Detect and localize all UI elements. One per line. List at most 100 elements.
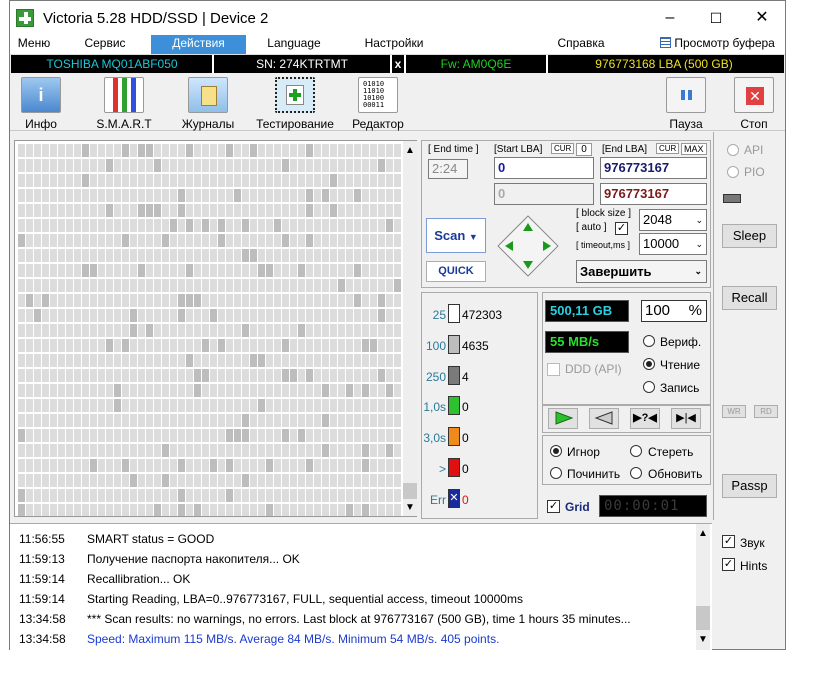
api-radio[interactable]	[727, 144, 739, 156]
refresh-radio[interactable]	[630, 467, 642, 479]
scan-button[interactable]: Scan ▼	[426, 218, 486, 253]
block-cell	[34, 369, 41, 382]
scroll-thumb[interactable]	[403, 483, 417, 499]
direction-pad[interactable]	[495, 213, 561, 279]
repair-radio[interactable]	[550, 467, 562, 479]
block-cell	[138, 264, 145, 277]
grid-checkbox[interactable]: ✓	[547, 500, 560, 513]
write-radio[interactable]	[643, 381, 655, 393]
auto-checkbox[interactable]: ✓	[615, 222, 628, 235]
editor-button[interactable]: 01010 11010 10100 00011 Редактор	[346, 77, 410, 131]
block-cell	[346, 369, 353, 382]
menu-help[interactable]: Справка	[554, 35, 608, 54]
block-cell	[282, 204, 289, 217]
block-size-value: 2048	[643, 212, 672, 227]
ignore-radio[interactable]	[550, 445, 562, 457]
stop-button[interactable]: ✕ Стоп	[732, 77, 776, 131]
scroll-down-icon[interactable]: ▼	[405, 502, 415, 513]
block-cell	[314, 459, 321, 472]
scroll-down-icon[interactable]: ▼	[698, 634, 708, 645]
minimize-button[interactable]: –	[647, 1, 693, 35]
block-cell	[314, 189, 321, 202]
log-scroll-thumb[interactable]	[696, 606, 710, 630]
sleep-button[interactable]: Sleep	[722, 224, 777, 248]
block-cell	[330, 369, 337, 382]
end-cur-button[interactable]: CUR	[656, 143, 680, 154]
end-lba-input[interactable]: 976773167	[600, 157, 707, 179]
passp-button[interactable]: Passp	[722, 474, 777, 498]
block-cell	[106, 174, 113, 187]
finish-action-select[interactable]: Завершить ⌄	[576, 260, 707, 283]
close-button[interactable]: ✕	[739, 1, 785, 35]
verify-radio[interactable]	[643, 335, 655, 347]
block-cell	[146, 189, 153, 202]
play-button[interactable]	[548, 408, 578, 429]
grid-scrollbar[interactable]: ▲ ▼	[403, 141, 417, 516]
legend-label: 1,0s	[423, 400, 446, 415]
block-cell	[306, 354, 313, 367]
smart-button[interactable]: S.M.A.R.T	[90, 77, 158, 131]
menu-buffer-view[interactable]: Просмотр буфера	[660, 35, 784, 54]
menu-settings[interactable]: Настройки	[360, 35, 428, 54]
end-max-button[interactable]: MAX	[681, 143, 707, 155]
block-cell	[298, 354, 305, 367]
block-cell	[178, 189, 185, 202]
block-cell	[58, 279, 65, 292]
end-button[interactable]: ▶|◀	[671, 408, 701, 429]
maximize-button[interactable]: ☐	[693, 1, 739, 35]
erase-radio[interactable]	[630, 445, 642, 457]
block-cell	[154, 279, 161, 292]
wr-button[interactable]: WR	[722, 405, 746, 418]
block-cell	[362, 339, 369, 352]
block-cell	[162, 204, 169, 217]
logs-button[interactable]: Журналы	[175, 77, 241, 131]
read-radio[interactable]	[643, 358, 655, 370]
menu-actions[interactable]: Действия	[151, 35, 246, 54]
scroll-up-icon[interactable]: ▲	[698, 528, 708, 539]
skip-unknown-button[interactable]: ▶?◀	[630, 408, 660, 429]
block-cell	[122, 174, 129, 187]
info-button[interactable]: i Инфо	[13, 77, 69, 131]
block-cell	[42, 399, 49, 412]
block-cell	[362, 159, 369, 172]
block-cell	[258, 204, 265, 217]
rd-button[interactable]: RD	[754, 405, 778, 418]
log-scrollbar[interactable]: ▲ ▼	[696, 524, 710, 650]
scroll-up-icon[interactable]: ▲	[405, 145, 415, 156]
block-cell	[82, 354, 89, 367]
pio-radio[interactable]	[727, 166, 739, 178]
back-button[interactable]	[589, 408, 619, 429]
block-cell	[98, 444, 105, 457]
ddd-checkbox[interactable]	[547, 363, 560, 376]
block-cell	[258, 144, 265, 157]
sound-checkbox[interactable]: ✓	[722, 535, 735, 548]
block-cell	[58, 384, 65, 397]
start-zero-button[interactable]: 0	[576, 143, 592, 156]
hints-checkbox[interactable]: ✓	[722, 558, 735, 571]
block-cell	[178, 174, 185, 187]
testing-button[interactable]: Тестирование	[251, 77, 339, 131]
block-cell	[314, 399, 321, 412]
block-cell	[386, 264, 393, 277]
end-time-field[interactable]: 2:24	[428, 159, 468, 179]
pause-button[interactable]: Пауза	[664, 77, 708, 131]
block-cell	[338, 459, 345, 472]
block-size-select[interactable]: 2048 ⌄	[639, 209, 707, 231]
block-cell	[146, 489, 153, 502]
block-cell	[194, 234, 201, 247]
block-cell	[130, 384, 137, 397]
start-lba-input[interactable]: 0	[494, 157, 594, 179]
serial-clear-button[interactable]: x	[392, 55, 404, 73]
recall-button[interactable]: Recall	[722, 286, 777, 310]
block-cell	[74, 249, 81, 262]
block-cell	[386, 219, 393, 232]
erase-label: Стереть	[648, 445, 694, 459]
legend-count: 4635	[462, 338, 489, 353]
start-cur-button[interactable]: CUR	[551, 143, 575, 154]
quick-button[interactable]: QUICK	[426, 261, 486, 282]
menu-language[interactable]: Language	[263, 35, 325, 54]
block-cell	[330, 459, 337, 472]
menu-service[interactable]: Сервис	[80, 35, 130, 54]
timeout-select[interactable]: 10000 ⌄	[639, 233, 707, 255]
menu-main[interactable]: Меню	[16, 35, 52, 54]
